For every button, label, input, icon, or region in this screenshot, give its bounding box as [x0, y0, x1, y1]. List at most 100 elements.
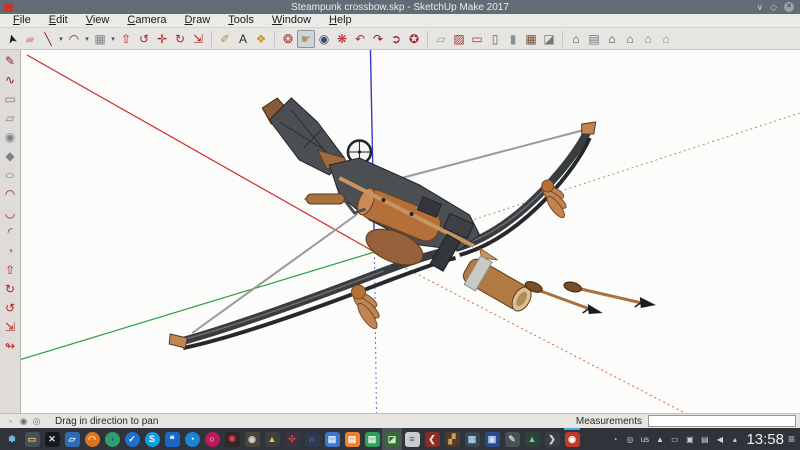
paint-bucket-tool-icon[interactable]: ❖	[252, 30, 270, 48]
zoom-extents-tool-icon[interactable]: ❋	[333, 30, 351, 48]
style-x-ray-tool-icon[interactable]: ▱	[432, 30, 450, 48]
style-hidden-line-tool-icon[interactable]: ▯	[486, 30, 504, 48]
tray-status-1-icon[interactable]: ◔	[608, 435, 621, 444]
menu-help[interactable]: Help	[320, 14, 361, 27]
utility-red-taskbar-icon[interactable]: ✣	[282, 428, 302, 450]
view-iso-tool-icon[interactable]: ⌂	[567, 30, 585, 48]
doc-blue-taskbar-icon[interactable]: ▤	[322, 428, 342, 450]
wifi-icon[interactable]: ▲	[653, 435, 666, 444]
x-editor-taskbar-icon[interactable]: ✕	[42, 428, 62, 450]
menu-draw[interactable]: Draw	[176, 14, 220, 27]
minimize-button[interactable]: ∨	[756, 2, 763, 12]
push-pull-tool-icon[interactable]: ⇧	[1, 261, 19, 279]
taskbar-menu-icon[interactable]: ≡	[788, 432, 798, 446]
line-dropdown-arrow-icon[interactable]: ▾	[57, 35, 65, 43]
clock[interactable]: 13:58	[743, 431, 788, 448]
graphics-app-taskbar-icon[interactable]: ❋	[222, 428, 242, 450]
polygon-tool-icon[interactable]: ◆	[1, 147, 19, 165]
doc-orange-taskbar-icon[interactable]: ▤	[342, 428, 362, 450]
sketchup-taskbar-icon[interactable]: ◉	[562, 428, 582, 450]
audio-app-taskbar-icon[interactable]: ∩	[302, 428, 322, 450]
previous-view-tool-icon[interactable]: ↶	[351, 30, 369, 48]
line-tool-icon[interactable]: ╲	[39, 30, 57, 48]
doc-green-taskbar-icon[interactable]: ▤	[362, 428, 382, 450]
skype-taskbar-icon[interactable]: S	[142, 428, 162, 450]
tape-measure-tool-icon[interactable]: ✐	[216, 30, 234, 48]
sync-client-taskbar-icon[interactable]: ✓	[122, 428, 142, 450]
caret-up-icon[interactable]: ▴	[728, 435, 741, 444]
two-point-arc-tool-icon[interactable]: ◡	[1, 204, 19, 222]
system-monitor-taskbar-icon[interactable]: ▲	[522, 428, 542, 450]
orbit-tool-icon[interactable]: ❂	[279, 30, 297, 48]
select-tool-icon[interactable]: ➤	[3, 30, 21, 48]
calculator-taskbar-icon[interactable]: ▦	[462, 428, 482, 450]
maximize-button[interactable]: ◇	[770, 2, 777, 12]
follow-me-tool-icon[interactable]: ↺	[1, 299, 19, 317]
app-launcher-taskbar-icon[interactable]: ❃	[2, 428, 22, 450]
media-app-taskbar-icon[interactable]: ○	[202, 428, 222, 450]
style-wireframe-tool-icon[interactable]: ▭	[468, 30, 486, 48]
push-pull-tool-icon[interactable]: ⇧	[117, 30, 135, 48]
style-monochrome-tool-icon[interactable]: ◪	[540, 30, 558, 48]
style-back-edges-tool-icon[interactable]: ▨	[450, 30, 468, 48]
rotate-tool-icon[interactable]: ↻	[171, 30, 189, 48]
3d-viewport[interactable]	[21, 50, 800, 413]
image-viewer-taskbar-icon[interactable]: ◪	[382, 428, 402, 450]
claim-credit-icon[interactable]: ◉	[17, 416, 30, 427]
office-app-taskbar-icon[interactable]: ▣	[482, 428, 502, 450]
scale-tool-icon[interactable]: ⇲	[1, 318, 19, 336]
zoom-tool-icon[interactable]: ◉	[315, 30, 333, 48]
edge-browser-taskbar-icon[interactable]: ◑	[102, 428, 122, 450]
notes-app-taskbar-icon[interactable]: ✎	[502, 428, 522, 450]
menu-view[interactable]: View	[77, 14, 119, 27]
three-point-arc-tool-icon[interactable]: ◜	[1, 223, 19, 241]
arc-dropdown-arrow-icon[interactable]: ▾	[83, 35, 91, 43]
clipboard-icon[interactable]: ▤	[698, 435, 711, 444]
rectangle-dropdown-arrow-icon[interactable]: ▾	[109, 35, 117, 43]
volume-icon[interactable]: ◀	[713, 435, 726, 444]
gimp-taskbar-icon[interactable]: ◉	[242, 428, 262, 450]
signin-icon[interactable]: ◎	[30, 416, 43, 427]
model-canvas[interactable]	[21, 50, 800, 413]
freehand-tool-icon[interactable]: ∿	[1, 71, 19, 89]
password-manager-taskbar-icon[interactable]: ▲	[262, 428, 282, 450]
crossbow-model[interactable]	[169, 98, 656, 348]
doc-light-taskbar-icon[interactable]: ≡	[402, 428, 422, 450]
style-shaded-tool-icon[interactable]: ▮	[504, 30, 522, 48]
menu-window[interactable]: Window	[263, 14, 320, 27]
scale-tool-icon[interactable]: ⇲	[189, 30, 207, 48]
arc-tool-icon[interactable]: ◠	[1, 185, 19, 203]
pan-tool-icon[interactable]: ☛	[297, 30, 315, 48]
file-manager-taskbar-icon[interactable]: ▱	[62, 428, 82, 450]
close-button[interactable]: ✕	[784, 2, 794, 12]
battery-icon[interactable]: ▭	[668, 435, 681, 444]
move-tool-icon[interactable]: ✛	[153, 30, 171, 48]
measurements-input[interactable]	[648, 415, 796, 427]
view-left-tool-icon[interactable]: ⌂	[657, 30, 675, 48]
library-app-taskbar-icon[interactable]: ▞	[442, 428, 462, 450]
firefox-taskbar-icon[interactable]: ◠	[82, 428, 102, 450]
view-back-tool-icon[interactable]: ⌂	[639, 30, 657, 48]
follow-me-tool-icon[interactable]: ↺	[135, 30, 153, 48]
rectangle-tool-icon[interactable]: ▭	[1, 90, 19, 108]
view-front-tool-icon[interactable]: ⌂	[603, 30, 621, 48]
ellipse-tool-icon[interactable]: ○	[1, 166, 19, 184]
line-tool-icon[interactable]: ✎	[1, 52, 19, 70]
next-view-tool-icon[interactable]: ↷	[369, 30, 387, 48]
eraser-tool-icon[interactable]: ▰	[21, 30, 39, 48]
look-around-tool-icon[interactable]: ✪	[405, 30, 423, 48]
menu-camera[interactable]: Camera	[118, 14, 175, 27]
cloud-app-taskbar-icon[interactable]: ◔	[182, 428, 202, 450]
calibre-taskbar-icon[interactable]: ❮	[422, 428, 442, 450]
display-manager-taskbar-icon[interactable]: ▭	[22, 428, 42, 450]
menu-file[interactable]: File	[4, 14, 40, 27]
text-tool-icon[interactable]: A	[234, 30, 252, 48]
messenger-taskbar-icon[interactable]: ❝	[162, 428, 182, 450]
menu-edit[interactable]: Edit	[40, 14, 77, 27]
view-top-tool-icon[interactable]: ▤	[585, 30, 603, 48]
rotated-rectangle-tool-icon[interactable]: ▱	[1, 109, 19, 127]
geolocation-icon[interactable]: ◦	[4, 416, 17, 427]
rectangle-tool-icon[interactable]: ▦	[91, 30, 109, 48]
tray-status-2-icon[interactable]: ◎	[623, 435, 636, 444]
lock-icon[interactable]: ▣	[683, 435, 696, 444]
